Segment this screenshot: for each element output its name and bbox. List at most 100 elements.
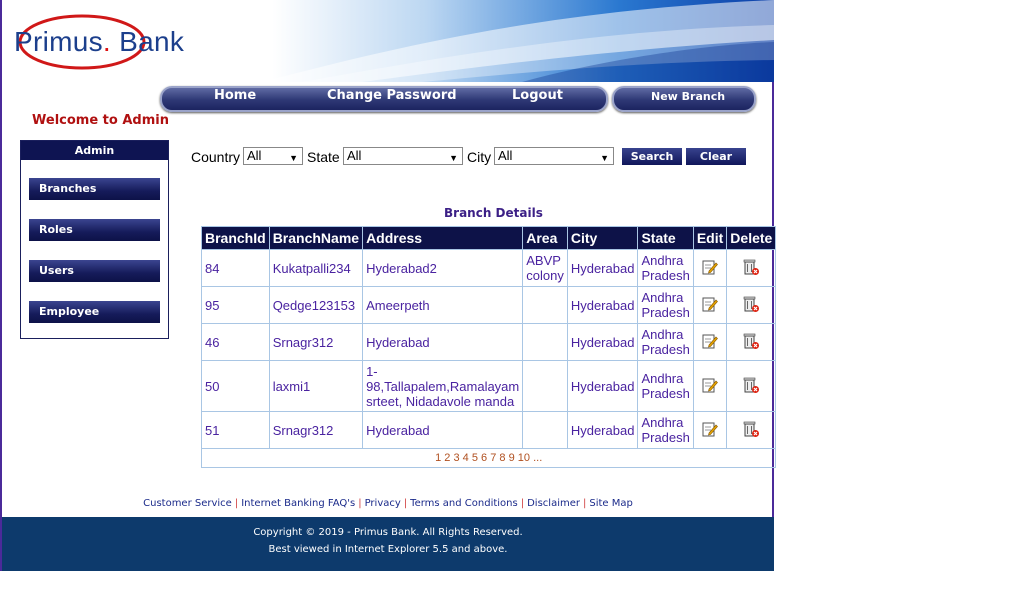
- trash-icon[interactable]: [742, 420, 760, 438]
- page-link[interactable]: 7: [490, 452, 496, 464]
- brand-logo: Primus. Bank: [14, 26, 184, 58]
- edit-icon[interactable]: [702, 421, 718, 437]
- col-header-branchname: BranchName: [268, 226, 364, 250]
- clear-button[interactable]: Clear: [686, 148, 746, 165]
- page-link[interactable]: 9: [509, 452, 515, 464]
- page-link[interactable]: 6: [481, 452, 487, 464]
- cell-area: [522, 323, 568, 361]
- logo-dot: .: [102, 26, 112, 57]
- cell-state: Andhra Pradesh: [637, 249, 694, 287]
- cell-branchid: 95: [201, 286, 270, 324]
- search-button[interactable]: Search: [622, 148, 682, 165]
- edit-cell: [692, 323, 728, 361]
- trash-icon[interactable]: [742, 332, 760, 350]
- cell-city: Hyderabad: [566, 360, 639, 412]
- edit-cell: [692, 411, 728, 449]
- edit-cell: [692, 249, 728, 287]
- footer-link-customer-service[interactable]: Customer Service: [143, 498, 232, 509]
- sidebar-item-branches[interactable]: Branches: [29, 178, 160, 200]
- browser-note: Best viewed in Internet Explorer 5.5 and…: [268, 544, 508, 555]
- cell-area: ABVP colony: [522, 249, 568, 287]
- sidebar-item-roles[interactable]: Roles: [29, 219, 160, 241]
- city-select[interactable]: All ▼: [494, 147, 614, 165]
- cell-branchid: 84: [201, 249, 270, 287]
- cell-address: Ameerpeth: [362, 286, 524, 324]
- footer-link-disclaimer[interactable]: Disclaimer: [527, 498, 580, 509]
- table-row: 50 laxmi1 1-98,Tallapalem,Ramalayam srte…: [201, 360, 777, 412]
- sidebar-title: Admin: [21, 141, 168, 160]
- page-link-more[interactable]: ...: [533, 452, 542, 464]
- branch-table: BranchId BranchName Address Area City St…: [200, 226, 777, 468]
- edit-icon[interactable]: [702, 259, 718, 275]
- delete-cell: [726, 323, 777, 361]
- edit-cell: [692, 360, 728, 412]
- edit-icon[interactable]: [702, 296, 718, 312]
- cell-branchname-link[interactable]: Qedge123153: [268, 286, 364, 324]
- chevron-down-icon: ▼: [449, 153, 458, 163]
- cell-state: Andhra Pradesh: [637, 411, 694, 449]
- table-header-row: BranchId BranchName Address Area City St…: [201, 226, 777, 250]
- nav-home-link[interactable]: Home: [214, 88, 256, 103]
- cell-city: Hyderabad: [566, 411, 639, 449]
- sidebar-item-employee[interactable]: Employee: [29, 301, 160, 323]
- nav-change-password-link[interactable]: Change Password: [327, 88, 457, 103]
- footer-separator: |: [520, 498, 525, 509]
- footer-link-faq[interactable]: Internet Banking FAQ's: [241, 498, 355, 509]
- col-header-delete: Delete: [726, 226, 777, 250]
- footer-separator: |: [403, 498, 408, 509]
- country-select-value: All: [247, 148, 262, 163]
- nav-logout-link[interactable]: Logout: [512, 88, 563, 103]
- page-link[interactable]: 3: [453, 452, 459, 464]
- footer-link-sitemap[interactable]: Site Map: [589, 498, 632, 509]
- cell-branchname-link[interactable]: Srnagr312: [268, 411, 364, 449]
- trash-icon[interactable]: [742, 376, 760, 394]
- city-label: City: [467, 149, 492, 165]
- state-select[interactable]: All ▼: [343, 147, 463, 165]
- cell-address: Hyderabad: [362, 411, 524, 449]
- page-frame: Primus. Bank Home Change Password Logout…: [0, 0, 777, 571]
- col-header-address: Address: [362, 226, 524, 250]
- cell-address: 1-98,Tallapalem,Ramalayam srteet, Nidada…: [362, 360, 524, 412]
- edit-cell: [692, 286, 728, 324]
- edit-icon[interactable]: [702, 377, 718, 393]
- delete-cell: [726, 249, 777, 287]
- page-link[interactable]: 8: [499, 452, 505, 464]
- logo-suffix: Bank: [119, 26, 185, 57]
- header-banner: Primus. Bank: [2, 0, 774, 82]
- table-row: 95 Qedge123153 Ameerpeth Hyderabad Andhr…: [201, 286, 777, 324]
- cell-address: Hyderabad: [362, 323, 524, 361]
- cell-branchname-link[interactable]: Kukatpalli234: [268, 249, 364, 287]
- footer-link-terms[interactable]: Terms and Conditions: [410, 498, 518, 509]
- city-select-value: All: [498, 148, 513, 163]
- page-link[interactable]: 1: [435, 452, 441, 464]
- cell-area: [522, 360, 568, 412]
- page-link[interactable]: 5: [472, 452, 478, 464]
- page-link[interactable]: 2: [444, 452, 450, 464]
- col-header-branchid: BranchId: [201, 226, 270, 250]
- delete-cell: [726, 286, 777, 324]
- new-branch-label[interactable]: New Branch: [651, 90, 725, 103]
- cell-city: Hyderabad: [566, 249, 639, 287]
- country-label: Country: [191, 149, 241, 165]
- col-header-city: City: [566, 226, 639, 250]
- cell-branchname-link[interactable]: laxmi1: [268, 360, 364, 412]
- chevron-down-icon: ▼: [600, 153, 609, 163]
- cell-area: [522, 286, 568, 324]
- footer-link-privacy[interactable]: Privacy: [365, 498, 401, 509]
- cell-address: Hyderabad2: [362, 249, 524, 287]
- logo-name: Primus: [14, 26, 103, 57]
- edit-icon[interactable]: [702, 333, 718, 349]
- table-row: 51 Srnagr312 Hyderabad Hyderabad Andhra …: [201, 411, 777, 449]
- country-select[interactable]: All ▼: [243, 147, 303, 165]
- page-link[interactable]: 10: [518, 452, 530, 464]
- trash-icon[interactable]: [742, 295, 760, 313]
- cell-branchid: 50: [201, 360, 270, 412]
- cell-city: Hyderabad: [566, 286, 639, 324]
- footer-separator: |: [234, 498, 239, 509]
- cell-branchname-link[interactable]: Srnagr312: [268, 323, 364, 361]
- chevron-down-icon: ▼: [289, 153, 298, 163]
- trash-icon[interactable]: [742, 258, 760, 276]
- welcome-heading: Welcome to Admin: [32, 113, 169, 128]
- sidebar-item-users[interactable]: Users: [29, 260, 160, 282]
- page-link[interactable]: 4: [463, 452, 469, 464]
